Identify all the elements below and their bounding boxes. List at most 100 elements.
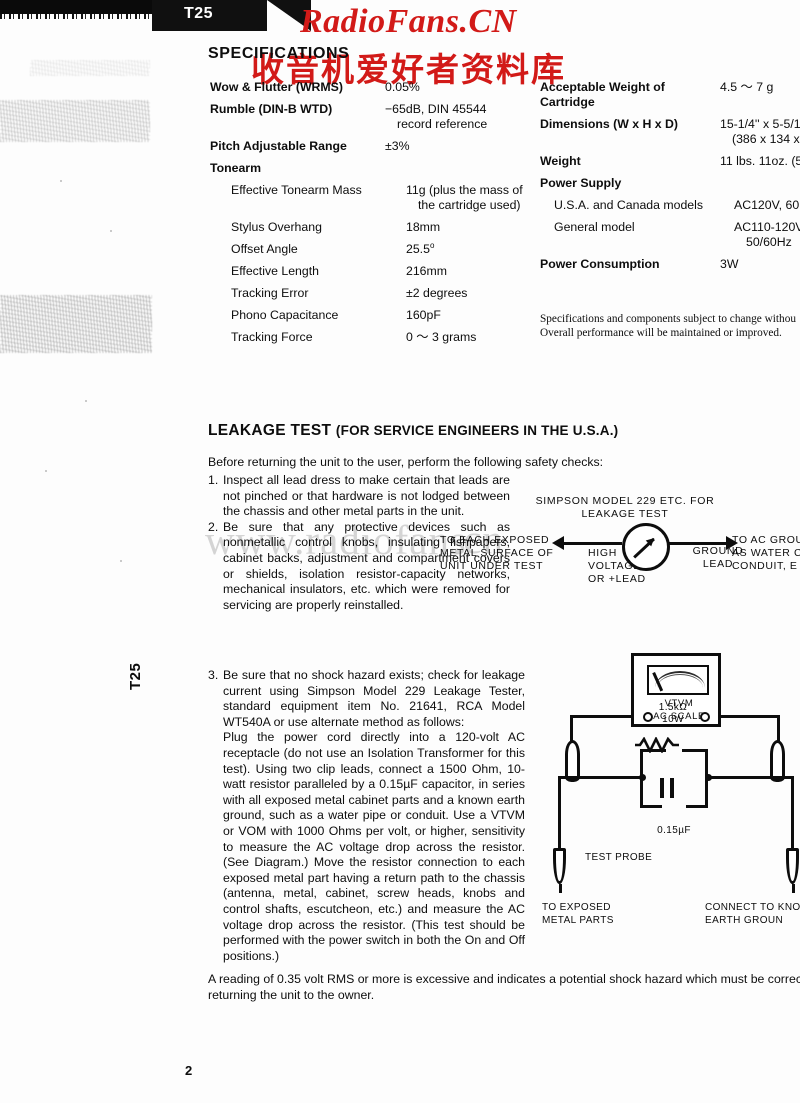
spec-label: Dimensions (W x H x D): [540, 117, 679, 131]
leakage-alternate-method-paragraph: Plug the power cord directly into a 120-…: [223, 730, 525, 963]
test-probe-right: [786, 848, 799, 893]
list-item-number: 3.: [208, 668, 219, 682]
leakage-test-heading: LEAKAGE TEST (FOR SERVICE ENGINEERS IN T…: [208, 422, 618, 440]
diagram-title-label: SIMPSON MODEL 229 ETC. FOR LEAKAGE TEST: [535, 495, 715, 520]
spec-label: Weight: [540, 154, 581, 168]
circuit-wire: [558, 776, 561, 850]
spec-label: General model: [554, 220, 635, 234]
spec-row: Tracking Force 0 ～ 3 grams: [210, 330, 540, 345]
spec-value-continuation: (386 x 134 x 3: [732, 132, 800, 146]
spec-value: AC120V, 60Hz: [734, 198, 800, 212]
resistor-icon: [635, 737, 679, 753]
scan-speck: [60, 180, 62, 182]
meter-arc-inner-icon: [657, 674, 703, 693]
disclaimer-line-2: Overall performance will be maintained o…: [540, 327, 782, 339]
leakage-intro-text: Before returning the unit to the user, p…: [208, 455, 604, 469]
circuit-wire: [718, 715, 780, 718]
spec-label: Rumble (DIN-B WTD): [210, 102, 333, 116]
leakage-closing-paragraph: A reading of 0.35 volt RMS or more is ex…: [208, 972, 800, 1002]
vtvm-meter-face-icon: [647, 665, 709, 695]
circuit-wire: [640, 776, 643, 808]
spec-value: 11 lbs. 11oz. (5.: [720, 154, 800, 168]
spec-value: 0 ～ 3 grams: [406, 330, 477, 344]
spec-row: Acceptable Weight of Cartridge 4.5 ～ 7 g: [540, 80, 800, 110]
arrow-right-icon: [726, 536, 738, 550]
spec-label: Phono Capacitance: [231, 308, 339, 322]
spec-row: Offset Angle 25.5o: [210, 242, 540, 257]
spec-value: 216mm: [406, 264, 448, 278]
model-tab: T25: [152, 0, 311, 31]
disclaimer-line-1: Specifications and components subject to…: [540, 313, 797, 325]
leakage-heading-sub: (FOR SERVICE ENGINEERS IN THE U.S.A.): [335, 423, 619, 438]
diagram-ground-lead-label: GROUND LEAD: [692, 545, 744, 570]
spec-label: Stylus Overhang: [231, 220, 322, 234]
leakage-steps-wide-column: 3. Be sure that no shock hazard exists; …: [208, 668, 525, 964]
vtvm-test-circuit-diagram: VTVM AC SCALE 1.5kΩ 10W 0.15µF TEST PROB…: [540, 640, 800, 940]
spec-label: U.S.A. and Canada models: [554, 198, 704, 212]
circuit-wire: [640, 805, 662, 808]
page-number: 2: [185, 1063, 193, 1078]
diagram-wire-left: [562, 542, 622, 545]
scan-speck: [120, 560, 122, 562]
spec-row: Wow & Flutter (WRMS) 0.05%: [210, 80, 540, 95]
scan-smudge-artifact: [30, 60, 150, 76]
document-page: T25 RadioFans.CN 收音机爱好者资料库 www.radiofans…: [0, 0, 800, 1103]
simpson-leakage-tester-diagram: SIMPSON MODEL 229 ETC. FOR LEAKAGE TEST …: [440, 495, 800, 605]
circuit-wire: [640, 749, 643, 777]
scan-smudge-artifact: [0, 100, 150, 142]
spec-row: Dimensions (W x H x D) 15-1/4'' x 5-5/16(…: [540, 117, 800, 147]
spec-label: Power Consumption: [540, 257, 660, 271]
spec-row: General model AC110-120V/2250/60Hz: [540, 220, 800, 250]
spec-value: ±3%: [385, 139, 410, 153]
spec-row: Power Supply: [540, 176, 800, 191]
circuit-wire: [705, 749, 708, 777]
specifications-right-column: Acceptable Weight of Cartridge 4.5 ～ 7 g D…: [540, 80, 800, 279]
spec-value: AC110-120V/2250/60Hz: [734, 220, 800, 250]
scan-smudge-artifact: [0, 295, 152, 353]
spec-value-continuation: 50/60Hz: [746, 235, 792, 249]
spec-value: ±2 degrees: [406, 286, 468, 300]
spec-value: 0.05%: [385, 80, 420, 94]
resistor-power-label: 10W: [662, 714, 684, 725]
spec-value: 4.5 ～ 7 g: [720, 80, 774, 94]
list-item-text: Be sure that no shock hazard exists; che…: [223, 668, 525, 729]
circuit-wire: [558, 776, 642, 779]
spec-value-continuation: record reference: [397, 117, 488, 131]
analog-meter-icon: [622, 523, 670, 571]
spec-value: 25.5o: [406, 241, 435, 257]
spec-row: Rumble (DIN-B WTD) −65dB, DIN 45544 record…: [210, 102, 540, 132]
spec-row: Power Consumption 3W: [540, 257, 800, 272]
spec-value: 3W: [720, 257, 739, 271]
diagram-wire-right: [664, 542, 726, 545]
list-item-number: 1.: [208, 473, 219, 487]
watermark-radiofans: RadioFans.CN: [300, 3, 517, 40]
arrow-left-icon: [552, 536, 564, 550]
side-model-label: T25: [127, 662, 144, 690]
scan-speck: [110, 230, 112, 232]
spec-label: Effective Tonearm Mass: [231, 183, 362, 197]
spec-value: 160pF: [406, 308, 441, 322]
spec-row: Pitch Adjustable Range ±3%: [210, 139, 540, 154]
circuit-wire: [570, 715, 634, 718]
right-terminal-label: CONNECT TO KNO EARTH GROUN: [705, 902, 800, 926]
spec-value: 11g (plus the mass of the cartridge used): [406, 183, 561, 213]
spec-row: U.S.A. and Canada models AC120V, 60Hz: [540, 198, 800, 213]
leakage-heading-main: LEAKAGE TEST: [208, 422, 332, 439]
spec-value: −65dB, DIN 45544 record reference: [385, 102, 540, 132]
spec-label: Pitch Adjustable Range: [210, 139, 347, 153]
list-item-number: 2.: [208, 519, 219, 534]
scan-speck: [45, 470, 47, 472]
spec-value-continuation: the cartridge used): [418, 198, 521, 212]
spec-label: Tonearm: [210, 161, 262, 175]
spec-row: Tonearm: [210, 161, 540, 176]
spec-value: 18mm: [406, 220, 441, 234]
spec-row: Stylus Overhang 18mm: [210, 220, 540, 235]
spec-row: Weight 11 lbs. 11oz. (5.: [540, 154, 800, 169]
spec-label: Tracking Error: [231, 286, 309, 300]
spec-label: Wow & Flutter (WRMS): [210, 80, 343, 94]
scan-speck: [85, 400, 87, 402]
capacitor-value-label: 0.15µF: [657, 825, 691, 836]
spec-value: 15-1/4'' x 5-5/16(386 x 134 x 3: [720, 117, 800, 147]
list-item: 3. Be sure that no shock hazard exists; …: [208, 668, 525, 730]
spec-row: Tracking Error ±2 degrees: [210, 286, 540, 301]
